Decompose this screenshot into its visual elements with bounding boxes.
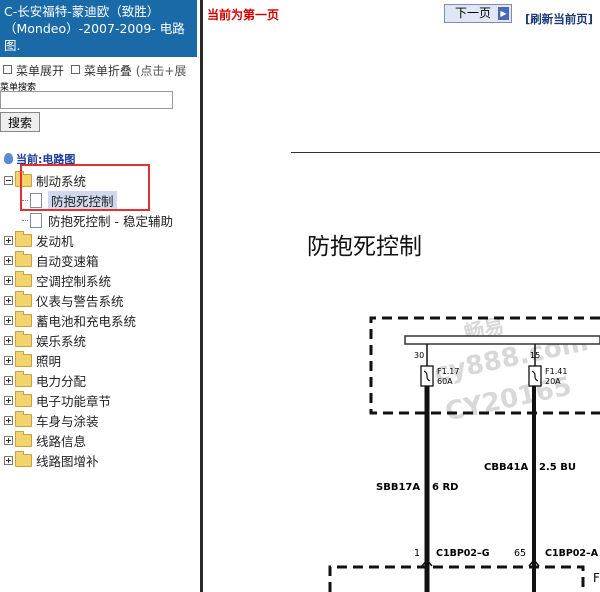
diagram-viewer: 当前为第一页 下一页 ▶ [刷新当前页] 防抱死控制 畅易 cy888.com C… xyxy=(203,0,600,592)
wire2-spec: 2.5 BU xyxy=(539,462,576,473)
search-button[interactable]: 搜索 xyxy=(0,112,40,132)
folder-icon xyxy=(15,330,32,347)
tree-item-engine[interactable]: 发动机 xyxy=(0,230,74,250)
tree-item-ac[interactable]: 空调控制系统 xyxy=(0,270,111,290)
tree-label: 线路信息 xyxy=(36,433,87,449)
menu-hint: (点击+展 xyxy=(135,64,187,78)
wiring-diagram: 畅易 cy888.com CY20165 30 F1.17 60A 15 F1.… xyxy=(328,313,600,592)
expand-node-icon[interactable] xyxy=(4,295,13,305)
module-outline xyxy=(328,565,585,592)
collapse-icon[interactable] xyxy=(70,65,80,74)
conn2-name: C1BP02–A xyxy=(545,548,599,559)
tree-item-wiring-info[interactable]: 线路信息 xyxy=(0,430,86,450)
module-letter: F xyxy=(593,571,600,585)
collapse-node-icon[interactable] xyxy=(4,175,13,185)
conn2-pin: 65 xyxy=(514,548,526,559)
folder-icon xyxy=(15,310,32,327)
expand-node-icon[interactable] xyxy=(4,435,13,445)
tree-label: 仪表与警告系统 xyxy=(36,293,124,309)
expand-node-icon[interactable] xyxy=(4,335,13,345)
document-icon xyxy=(30,212,42,228)
tree-label: 车身与涂装 xyxy=(36,413,99,429)
bus-bar xyxy=(404,335,600,345)
tree-item-entertainment[interactable]: 娱乐系统 xyxy=(0,330,86,350)
menu-collapse-link[interactable]: 菜单折叠 xyxy=(84,64,132,78)
expand-node-icon[interactable] xyxy=(4,395,13,405)
wire1-label: SBB17A xyxy=(376,482,420,493)
folder-icon xyxy=(15,450,32,467)
tree-item-electronic[interactable]: 电子功能章节 xyxy=(0,390,111,410)
expand-node-icon[interactable] xyxy=(4,355,13,365)
folder-icon xyxy=(15,390,32,407)
conn1-pin: 1 xyxy=(414,548,420,559)
conn1-name: C1BP02–G xyxy=(436,548,490,559)
tree-item-supplement[interactable]: 线路图增补 xyxy=(0,450,99,470)
wire2-label: CBB41A xyxy=(484,462,528,473)
highlight-box xyxy=(20,164,150,211)
tree-label: 娱乐系统 xyxy=(36,333,87,349)
folder-icon xyxy=(15,230,32,247)
tree-label: 电子功能章节 xyxy=(36,393,112,409)
wire1-spec: 6 RD xyxy=(432,482,458,493)
expand-node-icon[interactable] xyxy=(4,275,13,285)
fuse2-amp: 20A xyxy=(545,377,561,386)
tree-item-power-dist[interactable]: 电力分配 xyxy=(0,370,86,390)
expand-node-icon[interactable] xyxy=(4,375,13,385)
tree-connector xyxy=(22,219,28,221)
search-input[interactable] xyxy=(0,91,173,109)
doc-title: C-长安福特-蒙迪欧（致胜）（Mondeo）-2007-2009- 电路图. xyxy=(0,0,197,57)
tree-label: 防抱死控制 - 稳定辅助 xyxy=(48,213,173,229)
folder-icon xyxy=(15,350,32,367)
tree-label: 线路图增补 xyxy=(36,453,99,469)
tree-label: 蓄电池和充电系统 xyxy=(36,313,137,329)
fuse1-amp: 60A xyxy=(437,377,453,386)
expand-node-icon[interactable] xyxy=(4,235,13,245)
tree-label: 照明 xyxy=(36,353,62,369)
menu-expand-link[interactable]: 菜单展开 xyxy=(16,64,64,78)
tree-item-abs-stability[interactable]: 防抱死控制 - 稳定辅助 xyxy=(22,210,173,230)
folder-icon xyxy=(15,290,32,307)
folder-icon xyxy=(15,430,32,447)
tree-item-instruments[interactable]: 仪表与警告系统 xyxy=(0,290,124,310)
fuse1-name: F1.17 xyxy=(437,367,459,376)
expand-node-icon[interactable] xyxy=(4,455,13,465)
fuse1-pin: 30 xyxy=(414,351,424,360)
tree-label: 电力分配 xyxy=(36,373,87,389)
folder-icon xyxy=(15,250,32,267)
folder-icon xyxy=(15,270,32,287)
menu-controls: 菜单展开 菜单折叠 (点击+展 xyxy=(0,62,200,79)
tree-item-body[interactable]: 车身与涂装 xyxy=(0,410,99,430)
folder-icon xyxy=(15,410,32,427)
expand-node-icon[interactable] xyxy=(4,315,13,325)
folder-icon xyxy=(15,370,32,387)
expand-node-icon[interactable] xyxy=(4,255,13,265)
fuse2-name: F1.41 xyxy=(545,367,567,376)
tree-item-auto-trans[interactable]: 自动变速箱 xyxy=(0,250,99,270)
tree-label: 空调控制系统 xyxy=(36,273,112,289)
location-pin-icon xyxy=(4,153,13,164)
tree-item-battery[interactable]: 蓄电池和充电系统 xyxy=(0,310,136,330)
tree-item-lighting[interactable]: 照明 xyxy=(0,350,61,370)
expand-icon[interactable] xyxy=(3,65,12,74)
tree-label: 自动变速箱 xyxy=(36,253,99,269)
tree-label: 发动机 xyxy=(36,233,74,249)
sidebar: C-长安福特-蒙迪欧（致胜）（Mondeo）-2007-2009- 电路图. 菜… xyxy=(0,0,200,592)
expand-node-icon[interactable] xyxy=(4,415,13,425)
